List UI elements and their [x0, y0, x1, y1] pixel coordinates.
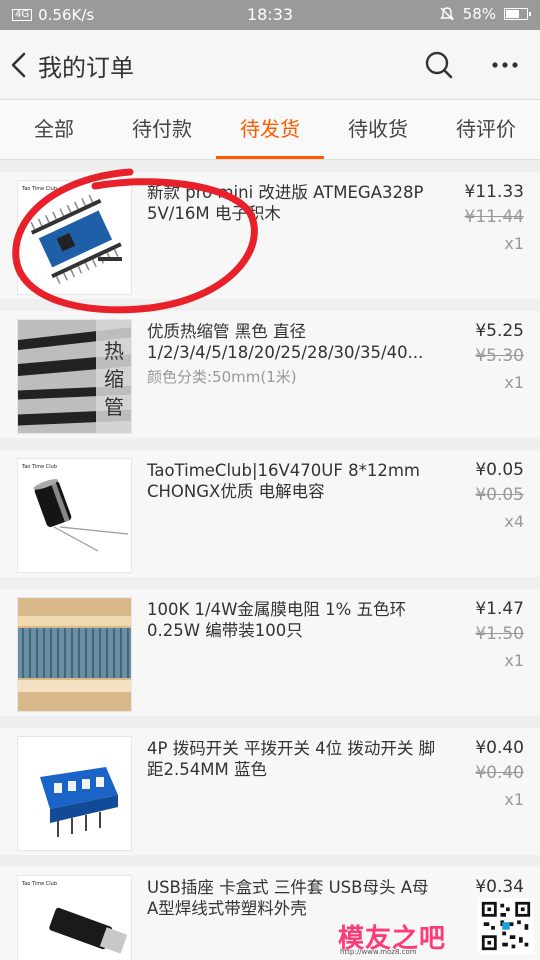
product-image[interactable]: Tao Time Club	[17, 458, 132, 573]
list-item[interactable]: Tao Time Club 新款 pro mini 改进版 ATMEGA328P…	[0, 172, 540, 299]
search-icon[interactable]	[422, 48, 456, 82]
tab-pending-payment[interactable]: 待付款	[108, 100, 216, 159]
product-price: ¥0.40	[475, 738, 524, 758]
product-price: ¥0.34	[475, 877, 524, 897]
tab-pending-shipment[interactable]: 待发货	[216, 100, 324, 159]
product-image[interactable]: 热 缩 管	[17, 319, 132, 434]
product-title[interactable]: USB插座 卡盒式 三件套 USB母头 A母 A型焊线式带塑料外壳	[147, 877, 439, 919]
bell-off-icon	[439, 7, 454, 21]
svg-text:热: 热	[104, 339, 124, 363]
product-quantity: x1	[504, 373, 524, 392]
product-title[interactable]: 100K 1/4W金属膜电阻 1% 五色环 0.25W 编带装100只	[147, 599, 439, 641]
product-image[interactable]: Tao Time Club	[17, 875, 132, 960]
original-price: ¥11.44	[464, 207, 524, 227]
original-price: ¥1.50	[475, 624, 524, 644]
original-price: ¥0.05	[475, 485, 524, 505]
product-title[interactable]: 新款 pro mini 改进版 ATMEGA328P 5V/16M 电子积木	[147, 182, 439, 224]
product-quantity: x1	[504, 651, 524, 670]
product-price: ¥1.47	[475, 599, 524, 619]
battery-fill	[506, 10, 519, 18]
product-price: ¥11.33	[464, 182, 524, 202]
svg-text:Tao Time Club: Tao Time Club	[21, 881, 57, 887]
product-title[interactable]: 4P 拨码开关 平拨开关 4位 拨动开关 脚距2.54MM 蓝色	[147, 738, 439, 780]
svg-text:Tao Time Club: Tao Time Club	[21, 464, 57, 470]
chevron-left-icon[interactable]	[6, 48, 34, 82]
svg-text:管: 管	[104, 395, 124, 419]
product-quantity: x1	[504, 234, 524, 253]
svg-text:Tao Time Club: Tao Time Club	[21, 186, 57, 192]
page-title: 我的订单	[38, 54, 134, 82]
product-title[interactable]: 优质热缩管 黑色 直径 1/2/3/4/5/18/20/25/28/30/35/…	[147, 321, 439, 363]
list-item[interactable]: 热 缩 管 优质热缩管 黑色 直径 1/2/3/4/5/18/20/25/28/…	[0, 311, 540, 438]
watermark-url: http://www.moz8.com	[340, 948, 417, 956]
tab-all[interactable]: 全部	[0, 100, 108, 159]
original-price: ¥0.40	[475, 763, 524, 783]
original-price: ¥5.30	[475, 346, 524, 366]
product-price: ¥5.25	[475, 321, 524, 341]
product-quantity: x4	[504, 512, 524, 531]
header: 我的订单	[0, 30, 540, 100]
order-list: Tao Time Club 新款 pro mini 改进版 ATMEGA328P…	[0, 172, 540, 960]
battery-icon	[504, 8, 531, 20]
product-quantity: x1	[504, 790, 524, 809]
product-price: ¥0.05	[475, 460, 524, 480]
battery-percent: 58%	[462, 5, 496, 23]
list-item[interactable]: Tao Time Club TaoTimeClub|16V470UF 8*12m…	[0, 450, 540, 577]
list-item[interactable]: 100K 1/4W金属膜电阻 1% 五色环 0.25W 编带装100只 ¥1.4…	[0, 589, 540, 716]
qr-code	[478, 898, 534, 954]
more-icon[interactable]	[488, 50, 522, 80]
product-spec: 颜色分类:50mm(1米)	[147, 368, 297, 386]
order-tabs: 全部 待付款 待发货 待收货 待评价	[0, 100, 540, 160]
list-item[interactable]: 4P 拨码开关 平拨开关 4位 拨动开关 脚距2.54MM 蓝色 ¥0.40 ¥…	[0, 728, 540, 855]
tab-pending-receipt[interactable]: 待收货	[324, 100, 432, 159]
product-title[interactable]: TaoTimeClub|16V470UF 8*12mm CHONGX优质 电解电…	[147, 460, 439, 502]
product-image[interactable]	[17, 736, 132, 851]
product-image[interactable]: Tao Time Club	[17, 180, 132, 295]
product-image[interactable]	[17, 597, 132, 712]
tab-pending-review[interactable]: 待评价	[432, 100, 540, 159]
svg-text:缩: 缩	[104, 367, 124, 391]
status-bar: 4G 0.56K/s 18:33 58%	[0, 0, 540, 30]
list-item[interactable]: Tao Time Club USB插座 卡盒式 三件套 USB母头 A母 A型焊…	[0, 867, 540, 960]
